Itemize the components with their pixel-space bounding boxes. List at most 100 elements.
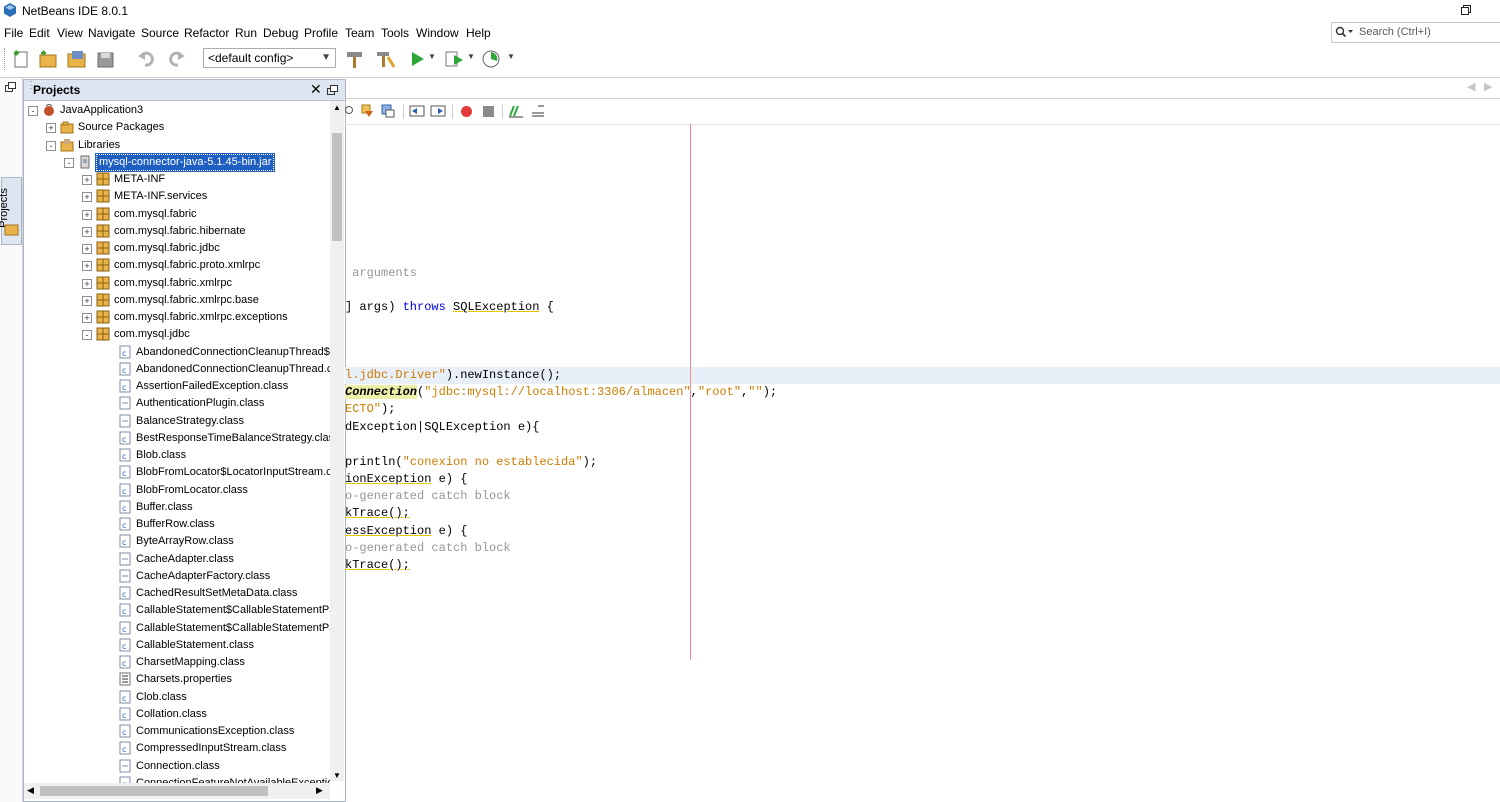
tree-node[interactable]: c BestResponseTimeBalanceStrategy.class [24,430,330,447]
expand-node-icon[interactable]: + [82,209,92,220]
tree-node[interactable]: + com.mysql.fabric [24,206,330,223]
tree-node[interactable]: + com.mysql.fabric.xmlrpc.exceptions [24,309,330,326]
menu-view[interactable]: View [57,26,83,40]
tree-node[interactable]: c Buffer.class [24,499,330,516]
shift-left-icon[interactable] [409,103,425,119]
save-all-icon[interactable] [95,49,117,69]
tree-node[interactable]: c CachedResultSetMetaData.class [24,585,330,602]
close-panel-icon[interactable]: ✕ [310,81,322,98]
toggle-highlight-icon[interactable] [380,103,396,119]
scrollbar-thumb[interactable] [332,133,342,241]
new-project-icon[interactable] [37,49,59,69]
new-file-icon[interactable] [10,49,32,69]
tree-node[interactable]: + com.mysql.fabric.hibernate [24,223,330,240]
tree-node[interactable]: CacheAdapterFactory.class [24,568,330,585]
code-editor[interactable]: arguments ] args) throws SQLException { … [345,124,1500,802]
menu-tools[interactable]: Tools [381,26,409,40]
redo-icon[interactable] [165,49,187,69]
tree-node[interactable]: BalanceStrategy.class [24,413,330,430]
tree-node[interactable]: c BufferRow.class [24,516,330,533]
next-occurrence-icon[interactable] [359,103,375,119]
tree-node[interactable]: c CallableStatement$CallableStatementPara [24,620,330,637]
collapse-node-icon[interactable]: - [28,106,38,116]
collapse-node-icon[interactable]: - [64,157,74,168]
tree-node[interactable]: - Libraries [24,137,330,154]
tree-node[interactable]: c CallableStatement$CallableStatementPara [24,602,330,619]
scroll-left-icon[interactable]: ◀ [27,785,34,796]
collapse-node-icon[interactable]: - [46,140,56,151]
tree-node[interactable]: Charsets.properties [24,671,330,688]
stop-macro-icon[interactable] [482,105,495,118]
restore-window-group-icon[interactable] [4,80,18,94]
menu-refactor[interactable]: Refactor [184,26,229,40]
menu-file[interactable]: File [4,26,23,40]
collapse-node-icon[interactable]: - [82,330,92,341]
expand-node-icon[interactable]: + [82,313,92,323]
menu-team[interactable]: Team [345,26,374,40]
scroll-tabs-left-icon[interactable]: ◀ [1467,80,1475,93]
menu-source[interactable]: Source [141,26,179,40]
tree-vertical-scrollbar[interactable]: ▲ ▼ [330,101,344,781]
expand-node-icon[interactable]: + [82,295,92,306]
search-field[interactable]: Search (Ctrl+I) [1331,22,1500,43]
profile-dropdown-icon[interactable]: ▼ [507,52,529,72]
menu-profile[interactable]: Profile [304,26,338,40]
start-macro-icon[interactable] [460,105,473,118]
hscrollbar-thumb[interactable] [40,786,268,796]
menu-run[interactable]: Run [235,26,257,40]
menu-window[interactable]: Window [416,26,459,40]
menu-help[interactable]: Help [466,26,491,40]
shift-right-icon[interactable] [430,103,446,119]
tree-node[interactable]: + com.mysql.fabric.xmlrpc.base [24,292,330,309]
tree-node[interactable]: c CompressedInputStream.class [24,740,330,757]
expand-node-icon[interactable]: + [82,192,92,203]
expand-node-icon[interactable]: + [82,244,92,254]
tree-node[interactable]: + META-INF.services [24,188,330,205]
tree-node[interactable]: c BlobFromLocator$LocatorInputStream.cla [24,464,330,481]
uncomment-icon[interactable] [530,103,546,119]
scroll-tabs-right-icon[interactable]: ▶ [1484,80,1492,93]
expand-node-icon[interactable]: + [82,261,92,272]
projects-side-tab[interactable]: Projects [0,177,22,245]
tree-node[interactable]: + com.mysql.fabric.jdbc [24,240,330,257]
undo-icon[interactable] [136,49,158,69]
tree-node[interactable]: c Collation.class [24,706,330,723]
menu-navigate[interactable]: Navigate [88,26,135,40]
tree-node[interactable]: c BlobFromLocator.class [24,482,330,499]
expand-node-icon[interactable]: + [82,278,92,289]
menu-debug[interactable]: Debug [263,26,298,40]
scroll-down-icon[interactable]: ▼ [333,771,341,780]
tree-node[interactable]: c Clob.class [24,689,330,706]
tree-node[interactable]: c ByteArrayRow.class [24,533,330,550]
tree-node[interactable]: c CallableStatement.class [24,637,330,654]
tree-node[interactable]: c ConnectionFeatureNotAvailableException [24,775,330,783]
tree-node[interactable]: - mysql-connector-java-5.1.45-bin.jar [24,152,330,172]
tree-node[interactable]: c CommunicationsException.class [24,723,330,740]
expand-node-icon[interactable]: + [82,175,92,185]
restore-window-icon[interactable] [1459,3,1473,17]
maximize-panel-icon[interactable] [327,84,339,96]
tree-node[interactable]: c CharsetMapping.class [24,654,330,671]
tree-node[interactable]: c Blob.class [24,447,330,464]
tree-node[interactable]: + com.mysql.fabric.proto.xmlrpc [24,257,330,274]
tree-node[interactable]: + Source Packages [24,119,330,136]
tree-node[interactable]: Connection.class [24,758,330,775]
comment-icon[interactable] [508,103,524,119]
expand-node-icon[interactable]: + [82,226,92,237]
scroll-up-icon[interactable]: ▲ [333,103,341,112]
tree-node[interactable]: AuthenticationPlugin.class [24,395,330,412]
tree-node[interactable]: CacheAdapter.class [24,551,330,568]
open-project-icon[interactable] [66,49,88,69]
tree-node[interactable]: + com.mysql.fabric.xmlrpc [24,275,330,292]
debug-icon[interactable] [443,49,465,69]
expand-node-icon[interactable]: + [46,123,56,134]
tree-node[interactable]: c AbandonedConnectionCleanupThread$1. [24,344,330,361]
scroll-right-icon[interactable]: ▶ [316,785,323,796]
run-icon[interactable] [407,49,429,69]
tree-node[interactable]: c AssertionFailedException.class [24,378,330,395]
build-hammer-icon[interactable] [344,49,366,69]
config-selector[interactable]: <default config> ▼ [203,48,336,68]
find-selection-icon[interactable] [345,104,355,118]
clean-build-icon[interactable] [374,49,396,69]
tree-node[interactable]: + META-INF [24,171,330,188]
